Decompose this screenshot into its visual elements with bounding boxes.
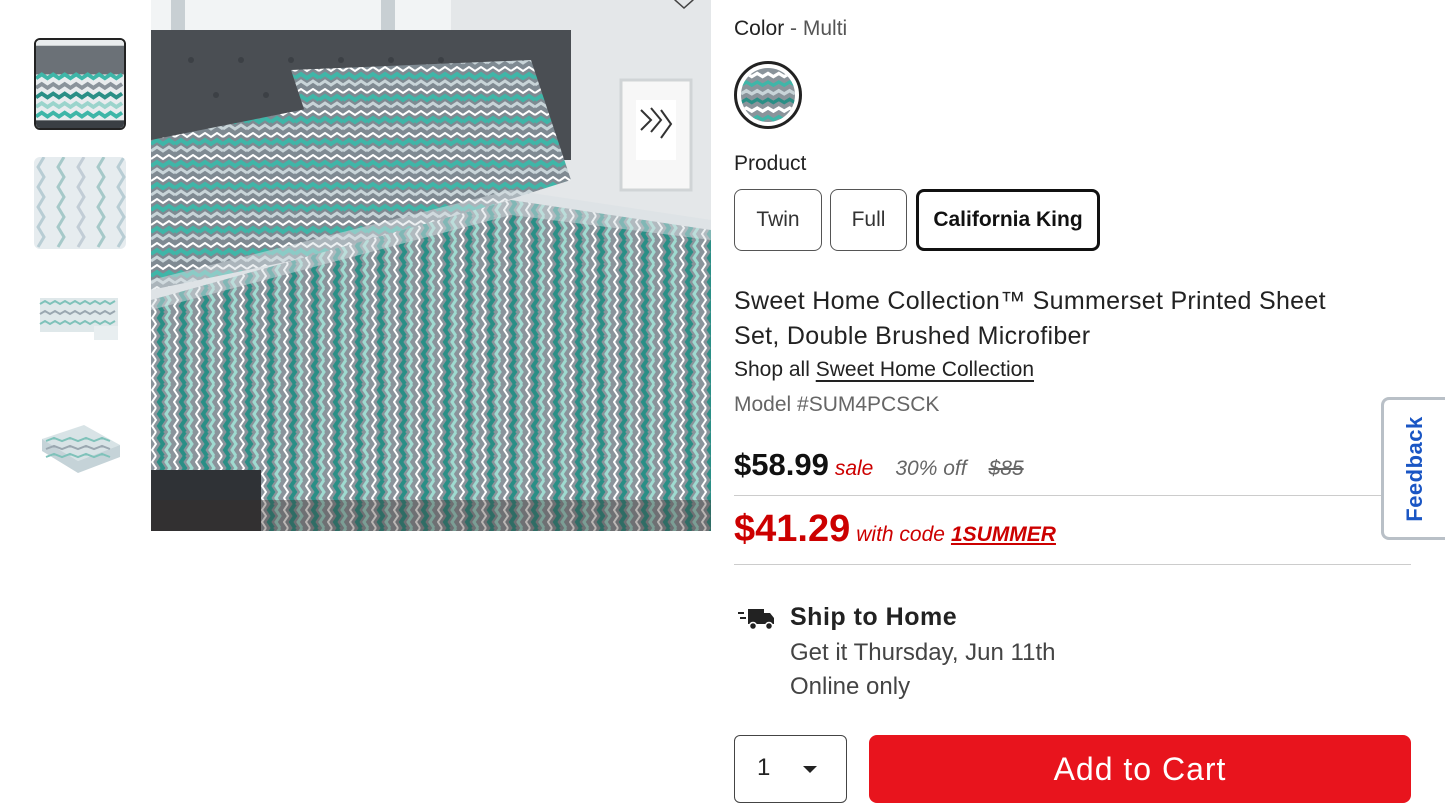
add-to-cart-button[interactable]: Add to Cart (869, 735, 1411, 803)
color-label-text: Color (734, 17, 785, 40)
promo-text: with code (856, 523, 945, 546)
sale-label: sale (834, 457, 874, 480)
thumbnail-1-image (36, 40, 124, 128)
price-row: $58.99 sale 30% off $85 (734, 447, 1024, 483)
thumbnail-4[interactable] (34, 395, 126, 487)
sale-price: $58.99 (734, 447, 829, 482)
bed-illustration (151, 0, 711, 531)
ship-date: Get it Thursday, Jun 11th (790, 639, 1056, 666)
quantity-select[interactable]: 1 (734, 735, 847, 803)
promo-row: $41.29 with code 1SUMMER (734, 508, 1056, 551)
size-option-full[interactable]: Full (830, 189, 907, 251)
original-price: $85 (988, 457, 1024, 480)
thumbnail-2[interactable] (34, 157, 126, 249)
swatch-pattern-image (741, 68, 795, 122)
feedback-label: Feedback (1401, 415, 1427, 522)
caret-down-icon (803, 766, 817, 773)
thumbnail-3[interactable] (34, 276, 126, 368)
size-option-california-king[interactable]: California King (916, 189, 1100, 251)
main-product-image[interactable] (151, 0, 711, 531)
thumbnail-4-image (34, 395, 126, 487)
feedback-tab[interactable]: Feedback (1381, 397, 1445, 540)
truck-icon (738, 609, 774, 631)
color-separator: - (784, 17, 803, 40)
promo-price: $41.29 (734, 508, 851, 550)
color-swatch-multi[interactable] (734, 61, 802, 129)
color-label: Color - Multi (734, 17, 847, 41)
color-value: Multi (802, 17, 848, 40)
price-divider (734, 495, 1411, 496)
shop-all-line: Shop all Sweet Home Collection (734, 358, 1034, 382)
brand-link[interactable]: Sweet Home Collection (816, 358, 1034, 381)
promo-code-link[interactable]: 1SUMMER (951, 523, 1056, 547)
thumbnail-3-image (34, 276, 126, 368)
thumbnail-1[interactable] (34, 38, 126, 130)
quantity-value: 1 (757, 754, 771, 781)
product-label: Product (734, 152, 807, 175)
ship-to-home-title: Ship to Home (790, 603, 958, 631)
shop-all-prefix: Shop all (734, 358, 810, 381)
model-number: Model #SUM4PCSCK (734, 393, 940, 416)
favorite-heart-icon[interactable] (667, 0, 701, 10)
availability-note: Online only (790, 673, 911, 700)
product-title: Sweet Home Collection™ Summerset Printed… (734, 287, 1326, 350)
size-option-twin[interactable]: Twin (734, 189, 822, 251)
thumbnail-2-image (34, 157, 126, 249)
promo-divider (734, 564, 1411, 565)
discount-percent: 30% off (895, 457, 967, 480)
